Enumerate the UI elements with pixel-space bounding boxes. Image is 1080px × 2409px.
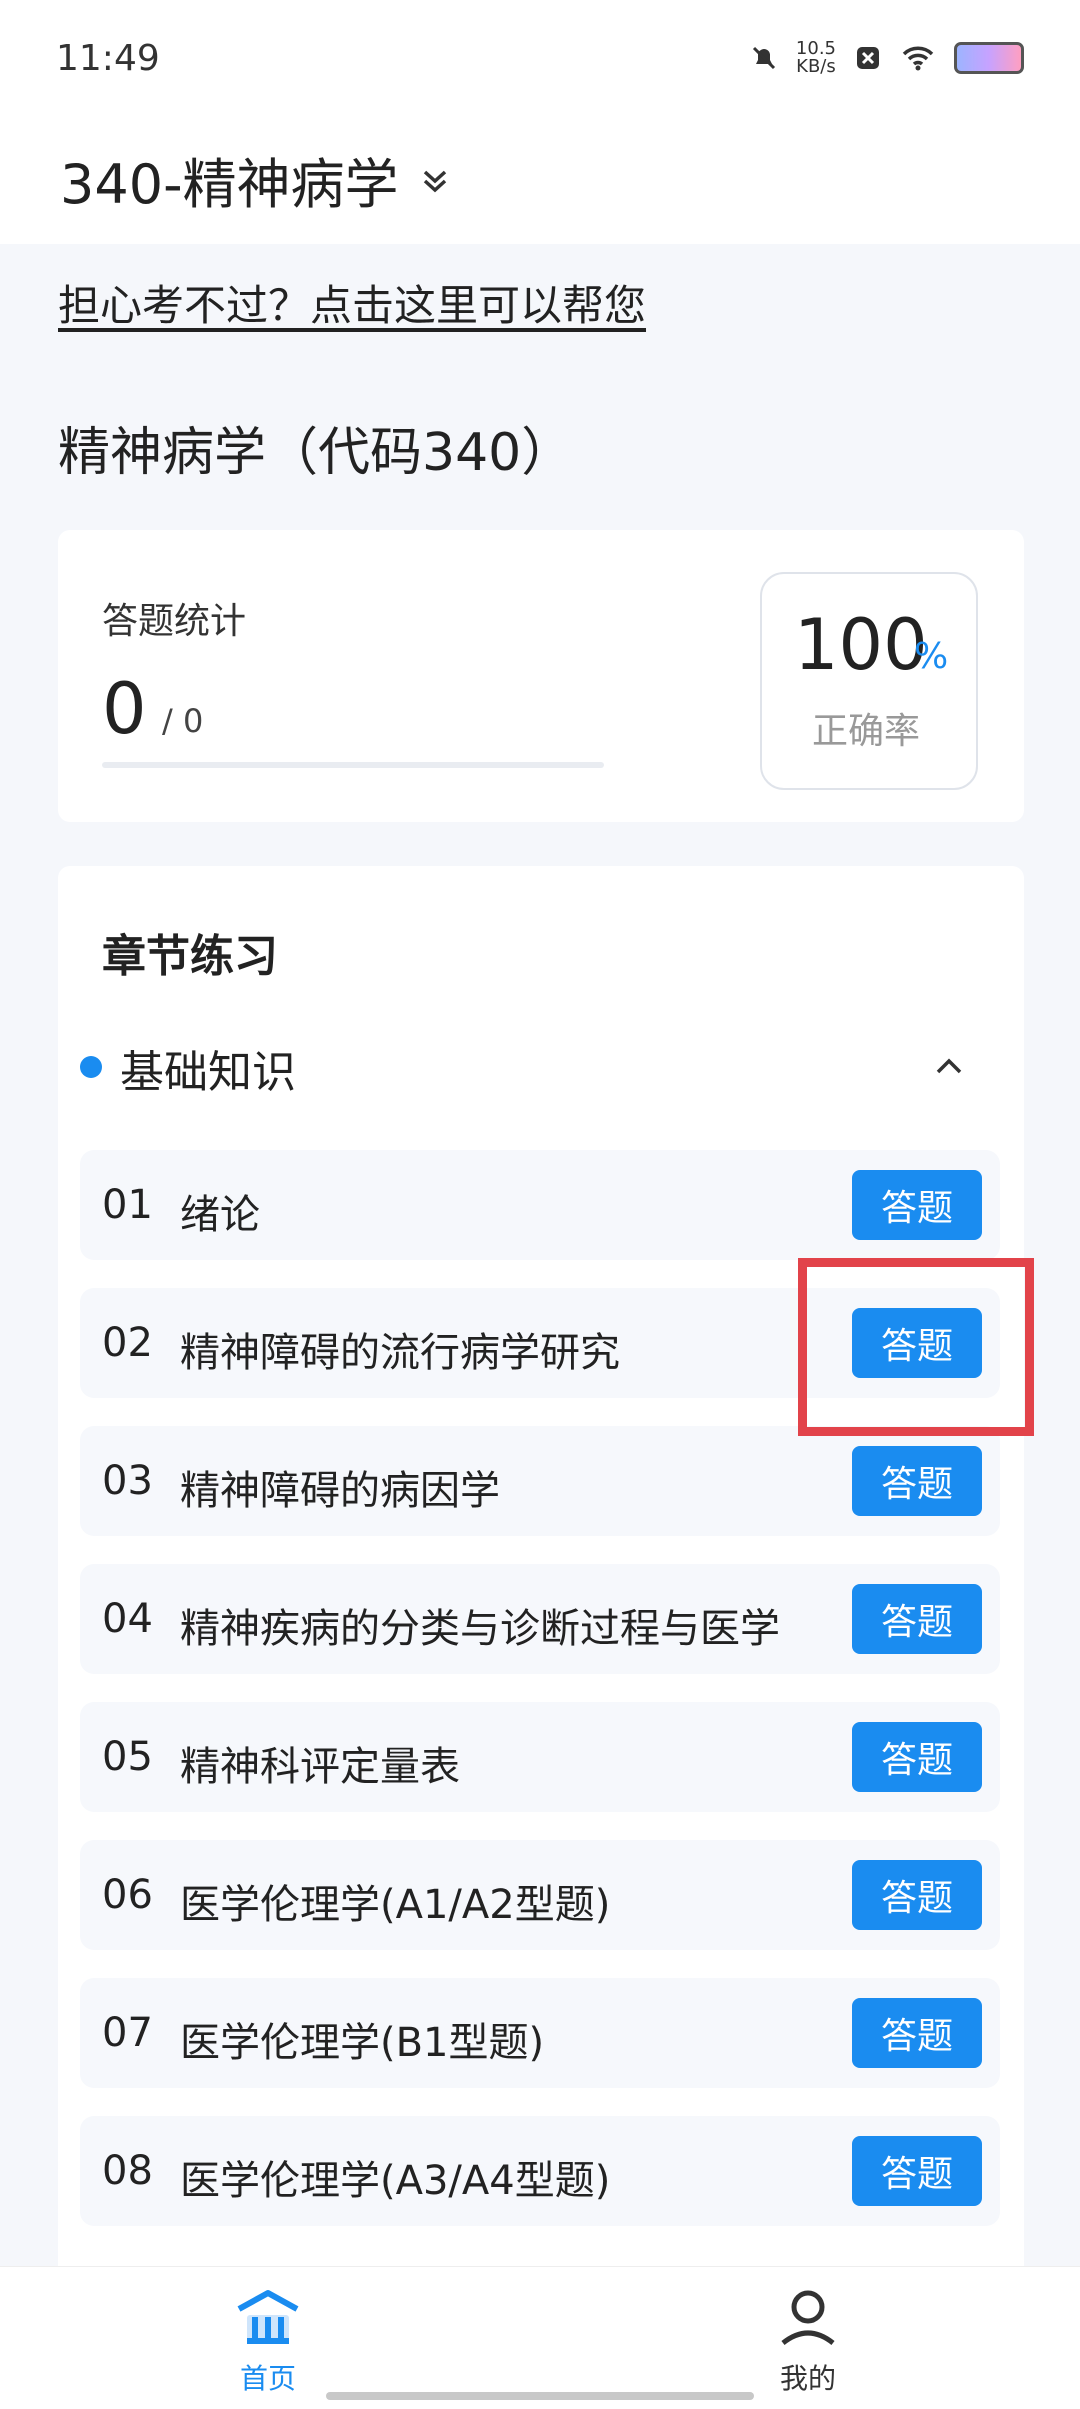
chapter-name: 绪论 xyxy=(180,1192,260,1238)
home-icon xyxy=(237,2290,299,2344)
stats-count: 0 xyxy=(102,668,147,750)
chapter-name: 医学伦理学(B1型题) xyxy=(180,2020,545,2066)
accuracy-value: 100 xyxy=(794,604,928,686)
chapter-item[interactable]: 04 精神疾病的分类与诊断过程与医学 答题 xyxy=(80,1564,1000,1674)
chapter-name: 精神科评定量表 xyxy=(180,1744,460,1790)
stats-label: 答题统计 xyxy=(102,601,247,642)
chapter-practice-card: 章节练习 基础知识 01 绪论 答题 02 精神障碍的流行病学研究 答题 03 精神障碍的病因… xyxy=(58,866,1024,2286)
home-indicator xyxy=(326,2392,754,2400)
chevron-up-icon[interactable] xyxy=(932,1050,966,1084)
chapter-item[interactable]: 06 医学伦理学(A1/A2型题) 答题 xyxy=(80,1840,1000,1950)
silent-bell-icon xyxy=(752,46,775,70)
chapter-item[interactable]: 03 精神障碍的病因学 答题 xyxy=(80,1426,1000,1536)
close-box-icon xyxy=(857,47,879,69)
chapter-name: 医学伦理学(A1/A2型题) xyxy=(180,1882,611,1928)
accuracy-box: 100 % 正确率 xyxy=(760,572,978,790)
chapter-number: 08 xyxy=(102,2148,153,2194)
nav-me-label: 我的 xyxy=(779,2362,836,2395)
chapter-number: 01 xyxy=(102,1182,153,1228)
answer-button[interactable]: 答题 xyxy=(852,1170,982,1240)
chapter-number: 05 xyxy=(102,1734,153,1780)
user-icon xyxy=(781,2290,835,2346)
network-speed: 10.5 KB/s xyxy=(796,40,836,76)
answer-button[interactable]: 答题 xyxy=(852,1860,982,1930)
nav-home[interactable]: 首页 xyxy=(188,2287,348,2397)
chapter-item[interactable]: 05 精神科评定量表 答题 xyxy=(80,1702,1000,1812)
chapter-item[interactable]: 08 医学伦理学(A3/A4型题) 答题 xyxy=(80,2116,1000,2226)
chapter-item[interactable]: 07 医学伦理学(B1型题) 答题 xyxy=(80,1978,1000,2088)
subject-selector[interactable]: 340-精神病学 xyxy=(60,140,399,219)
chapter-item[interactable]: 01 绪论 答题 xyxy=(80,1150,1000,1260)
stats-progress-bar xyxy=(102,762,604,768)
answer-button[interactable]: 答题 xyxy=(852,1584,982,1654)
chevron-double-down-icon[interactable] xyxy=(420,166,450,196)
chapter-name: 精神疾病的分类与诊断过程与医学 xyxy=(180,1606,780,1652)
stats-total: / 0 xyxy=(162,702,204,740)
chapter-name: 精神障碍的病因学 xyxy=(180,1468,500,1514)
status-time: 11:49 xyxy=(56,38,160,79)
chapter-number: 04 xyxy=(102,1596,153,1642)
speed-unit: KB/s xyxy=(796,56,836,77)
chapter-name: 精神障碍的流行病学研究 xyxy=(180,1330,620,1376)
battery-icon xyxy=(954,42,1024,74)
section-header[interactable]: 基础知识 xyxy=(80,1036,1000,1106)
chapter-number: 03 xyxy=(102,1458,153,1504)
status-bar: 11:49 10.5 KB/s xyxy=(0,0,1080,120)
section-label: 基础知识 xyxy=(120,1047,296,1098)
answer-stats-card: 答题统计 0 / 0 100 % 正确率 xyxy=(58,530,1024,822)
answer-button[interactable]: 答题 xyxy=(852,1722,982,1792)
section-dot xyxy=(80,1056,102,1078)
answer-button[interactable]: 答题 xyxy=(852,1446,982,1516)
nav-home-label: 首页 xyxy=(239,2362,296,2395)
answer-button[interactable]: 答题 xyxy=(852,1998,982,2068)
status-icons: 10.5 KB/s xyxy=(750,40,1024,76)
chapter-name: 医学伦理学(A3/A4型题) xyxy=(180,2158,611,2204)
wifi-icon xyxy=(902,46,934,71)
highlight-box xyxy=(798,1258,1034,1436)
chapter-number: 06 xyxy=(102,1872,153,1918)
answer-button[interactable]: 答题 xyxy=(852,2136,982,2206)
help-link[interactable]: 担心考不过？点击这里可以帮您 xyxy=(58,272,646,333)
header: 340-精神病学 xyxy=(0,120,1080,244)
chapter-practice-title: 章节练习 xyxy=(102,931,278,982)
chapter-number: 07 xyxy=(102,2010,153,2056)
accuracy-unit: % xyxy=(914,636,949,677)
subject-title: 精神病学（代码340） xyxy=(58,423,574,483)
nav-me[interactable]: 我的 xyxy=(728,2287,888,2397)
chapter-number: 02 xyxy=(102,1320,153,1366)
bottom-nav: 首页 我的 xyxy=(0,2266,1080,2409)
accuracy-label: 正确率 xyxy=(812,711,921,752)
